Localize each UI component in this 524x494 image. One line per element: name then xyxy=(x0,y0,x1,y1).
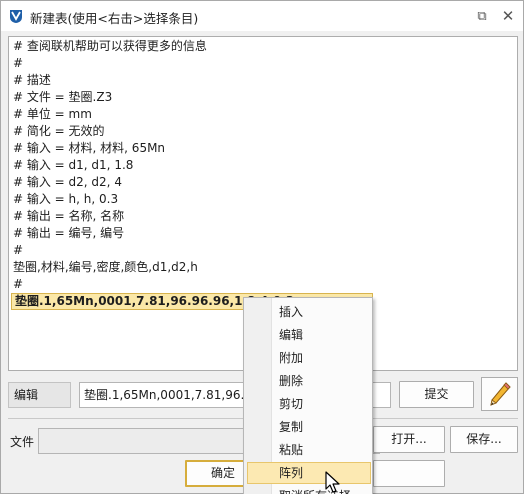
text-line[interactable]: 垫圈,材料,编号,密度,颜色,d1,d2,h xyxy=(13,259,198,276)
text-line[interactable]: # 输出 = 编号, 编号 xyxy=(13,225,124,242)
text-line[interactable]: # 输入 = h, h, 0.3 xyxy=(13,191,118,208)
mouse-pointer-icon xyxy=(325,471,340,493)
edit-label: 编辑 xyxy=(8,382,71,408)
menu-item-edit[interactable]: 编辑 xyxy=(247,324,371,346)
text-line[interactable]: # 输入 = d1, d1, 1.8 xyxy=(13,157,133,174)
menu-item-insert[interactable]: 插入 xyxy=(247,301,371,323)
restore-button[interactable]: ⧉ xyxy=(473,7,491,25)
submit-button[interactable]: 提交 xyxy=(399,381,474,408)
close-icon: ✕ xyxy=(501,7,515,25)
text-line[interactable]: # 输出 = 名称, 名称 xyxy=(13,208,124,225)
menu-item-cut[interactable]: 剪切 xyxy=(247,393,371,415)
text-line[interactable]: # xyxy=(13,55,23,72)
text-line[interactable]: # 输入 = d2, d2, 4 xyxy=(13,174,122,191)
text-line[interactable]: # 文件 = 垫圈.Z3 xyxy=(13,89,112,106)
title-bar: 新建表(使用<右击>选择条目) ⧉ ✕ xyxy=(1,1,523,31)
file-label: 文件 xyxy=(10,435,35,449)
context-menu: 插入 编辑 附加 删除 剪切 复制 粘贴 阵列 取消所有选择 xyxy=(243,297,373,494)
text-line[interactable]: # xyxy=(13,242,23,259)
menu-item-delete[interactable]: 删除 xyxy=(247,370,371,392)
pencil-button[interactable] xyxy=(481,377,518,411)
text-line[interactable]: # 描述 xyxy=(13,72,51,89)
dialog-window: 新建表(使用<右击>选择条目) ⧉ ✕ # 查阅联机帮助可以获得更多的信息 # … xyxy=(0,0,524,494)
restore-icon: ⧉ xyxy=(477,8,487,24)
open-button[interactable]: 打开... xyxy=(373,426,445,453)
app-logo-icon xyxy=(10,10,22,23)
text-line[interactable]: # 查阅联机帮助可以获得更多的信息 xyxy=(13,38,207,55)
text-line[interactable]: # 单位 = mm xyxy=(13,106,92,123)
text-line[interactable]: # xyxy=(13,276,23,293)
menu-item-paste[interactable]: 粘贴 xyxy=(247,439,371,461)
cancel-button[interactable]: 取消 xyxy=(373,460,445,487)
menu-item-copy[interactable]: 复制 xyxy=(247,416,371,438)
window-title: 新建表(使用<右击>选择条目) xyxy=(30,11,199,26)
save-button[interactable]: 保存... xyxy=(450,426,518,453)
close-button[interactable]: ✕ xyxy=(499,7,517,25)
pencil-icon xyxy=(489,382,511,406)
menu-item-array[interactable]: 阵列 xyxy=(247,462,371,484)
menu-item-append[interactable]: 附加 xyxy=(247,347,371,369)
text-line[interactable]: # 输入 = 材料, 材料, 65Mn xyxy=(13,140,165,157)
text-line[interactable]: # 简化 = 无效的 xyxy=(13,123,105,140)
menu-item-deselect-all[interactable]: 取消所有选择 xyxy=(247,485,371,494)
